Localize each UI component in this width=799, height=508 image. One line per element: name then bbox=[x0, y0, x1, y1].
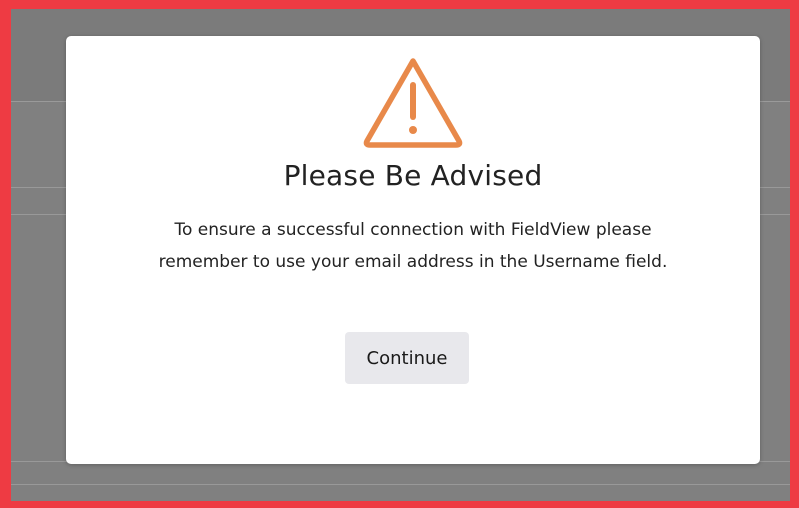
background-divider bbox=[11, 484, 790, 485]
modal-message: To ensure a successful connection with F… bbox=[158, 220, 668, 272]
continue-button[interactable]: Continue bbox=[345, 332, 469, 384]
advisory-modal: Please Be Advised To ensure a successful… bbox=[66, 36, 760, 464]
warning-triangle-icon bbox=[363, 58, 463, 148]
modal-title: Please Be Advised bbox=[283, 159, 543, 192]
screenshot-frame: Please Be Advised To ensure a successful… bbox=[0, 0, 799, 508]
